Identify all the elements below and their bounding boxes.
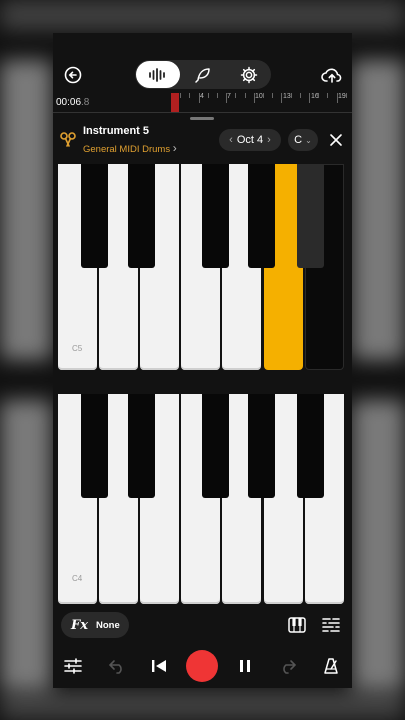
piano-keys-icon[interactable] xyxy=(286,615,308,635)
key-label: C xyxy=(294,134,303,146)
gear-icon[interactable] xyxy=(234,64,264,85)
record-button[interactable] xyxy=(186,650,218,682)
timeline-ruler[interactable]: 4 7 10 13 16 19 xyxy=(171,93,352,113)
ruler-tick xyxy=(272,93,274,98)
black-key[interactable] xyxy=(248,394,275,498)
pause-icon[interactable] xyxy=(233,655,257,677)
playback-time: 00:06.8 xyxy=(56,97,89,108)
chevron-down-icon: ⌄ xyxy=(305,135,312,145)
ruler-tick xyxy=(244,93,246,98)
ruler-tick xyxy=(281,93,283,103)
undo-icon[interactable] xyxy=(105,655,129,677)
fx-icon: Fx xyxy=(71,617,88,633)
ruler-number: 10 xyxy=(255,93,263,100)
keyboard-lower: C4 xyxy=(57,394,347,605)
cloud-upload-icon[interactable] xyxy=(319,63,345,87)
key-label-c5: C5 xyxy=(72,344,83,353)
ruler-tick xyxy=(189,93,191,98)
drag-handle[interactable] xyxy=(190,117,214,120)
skip-back-icon[interactable] xyxy=(147,655,171,677)
chevron-left-icon[interactable]: ‹ xyxy=(229,134,233,146)
instrument-header: Instrument 5 General MIDI Drums › ‹ Oct … xyxy=(53,121,352,161)
instrument-preset[interactable]: General MIDI Drums › xyxy=(83,141,177,155)
black-key[interactable] xyxy=(297,394,324,498)
instrument-preset-label: General MIDI Drums xyxy=(83,144,171,155)
key-selector[interactable]: C ⌄ xyxy=(288,129,318,151)
mixer-icon[interactable] xyxy=(61,655,85,677)
ruler-tick xyxy=(309,93,310,103)
redo-icon[interactable] xyxy=(276,655,300,677)
black-key[interactable] xyxy=(81,394,108,498)
top-bar xyxy=(53,33,352,91)
time-fraction: .8 xyxy=(81,97,90,108)
black-key[interactable] xyxy=(128,164,155,268)
ruler-number: 7 xyxy=(227,93,231,100)
close-icon[interactable] xyxy=(325,129,347,151)
ruler-tick xyxy=(263,93,264,98)
ruler-tick xyxy=(217,93,218,98)
back-icon[interactable] xyxy=(61,63,85,87)
black-key[interactable] xyxy=(202,164,229,268)
black-key[interactable] xyxy=(202,394,229,498)
app-window: 00:06.8 4 7 10 13 16 19 Instrument 5 Gen… xyxy=(53,33,352,688)
black-key[interactable] xyxy=(128,394,155,498)
time-main: 00:06 xyxy=(56,97,82,108)
keyboard-upper: C5 xyxy=(57,164,347,371)
ruler-tick xyxy=(318,93,320,98)
instrument-icon[interactable] xyxy=(58,130,78,150)
ruler-tick xyxy=(207,93,209,98)
ruler-tick xyxy=(336,93,338,103)
fx-bar: Fx None xyxy=(53,608,352,642)
ruler-tick xyxy=(345,93,347,98)
black-key[interactable] xyxy=(81,164,108,268)
octave-label: Oct 4 xyxy=(236,134,264,146)
key-label-c4: C4 xyxy=(72,574,83,583)
chevron-right-icon[interactable]: › xyxy=(267,134,271,146)
timeline-divider xyxy=(53,112,352,113)
ruler-tick xyxy=(253,93,255,103)
ruler-tick xyxy=(235,93,237,98)
ruler-number: 19 xyxy=(338,93,346,100)
piano-roll-icon[interactable] xyxy=(319,615,343,635)
fx-button[interactable]: Fx None xyxy=(61,612,129,638)
black-key-disabled xyxy=(297,164,324,268)
black-key[interactable] xyxy=(248,164,275,268)
ruler-number: 4 xyxy=(200,93,204,100)
chevron-right-icon: › xyxy=(172,141,177,155)
ruler-tick xyxy=(290,93,292,98)
ruler-tick xyxy=(198,93,200,103)
feather-icon[interactable] xyxy=(188,64,218,85)
transport-bar xyxy=(53,645,352,688)
playhead-marker[interactable] xyxy=(171,93,179,113)
octave-selector[interactable]: ‹ Oct 4 › xyxy=(219,129,281,151)
metronome-icon[interactable] xyxy=(319,654,343,678)
fx-value: None xyxy=(95,619,120,631)
ruler-tick xyxy=(180,93,182,98)
mode-switcher xyxy=(135,60,271,89)
ruler-tick xyxy=(299,93,301,98)
waveform-icon[interactable] xyxy=(143,64,173,85)
ruler-tick xyxy=(226,93,228,103)
ruler-tick xyxy=(327,93,329,98)
instrument-name: Instrument 5 xyxy=(83,125,150,137)
